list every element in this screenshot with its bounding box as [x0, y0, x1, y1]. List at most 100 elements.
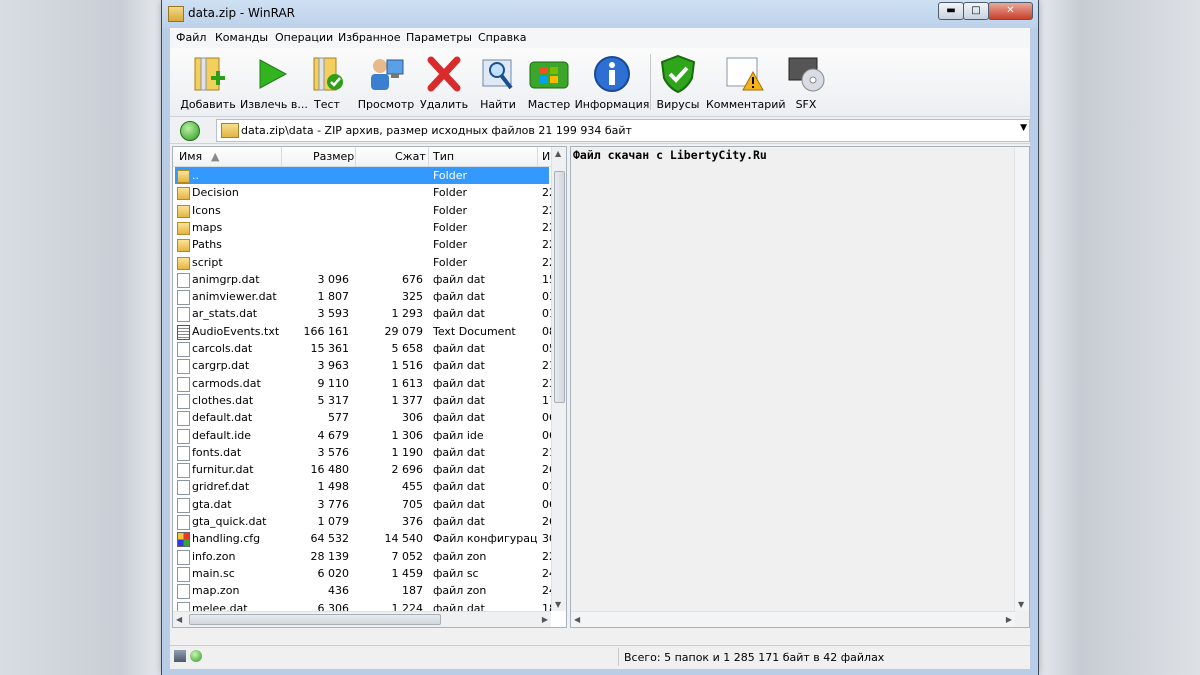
file-name: default.dat [192, 411, 253, 425]
menu-help[interactable]: Справка [478, 31, 526, 44]
file-row[interactable]: Icons Folder 22 [173, 202, 551, 219]
file-type: файл ide [433, 428, 484, 442]
column-size-header[interactable]: Размер [313, 150, 354, 163]
file-size: 16 480 [310, 463, 350, 477]
test-button[interactable]: Тест [306, 50, 348, 112]
path-dropdown-arrow[interactable]: ▼ [1020, 123, 1027, 133]
file-row[interactable]: info.zon 28 139 7 052 файл zon 22 [173, 548, 551, 565]
file-type: Folder [433, 169, 467, 182]
menu-commands[interactable]: Команды [215, 31, 268, 44]
comment-horizontal-scrollbar[interactable]: ◀ ▶ [571, 611, 1015, 627]
file-packed: 306 [402, 411, 423, 425]
comment-vertical-scrollbar[interactable]: ▼ [1014, 147, 1029, 611]
file-row[interactable]: carcols.dat 15 361 5 658 файл dat 05 [173, 340, 551, 357]
file-icon [177, 445, 190, 461]
file-row[interactable]: AudioEvents.txt 166 161 29 079 Text Documen… [173, 323, 551, 340]
view-button[interactable]: Просмотр [356, 50, 416, 112]
file-row[interactable]: default.ide 4 679 1 306 файл ide 06 [173, 427, 551, 444]
status-text: Всего: 5 папок и 1 285 171 байт в 42 фай… [624, 651, 885, 664]
file-row[interactable]: animgrp.dat 3 096 676 файл dat 15 [173, 271, 551, 288]
delete-button[interactable]: Удалить [420, 50, 468, 112]
file-row[interactable]: Paths Folder 22 [173, 236, 551, 253]
file-icon [177, 290, 190, 306]
file-row[interactable]: maps Folder 22 [173, 219, 551, 236]
scroll-thumb[interactable] [554, 171, 565, 403]
file-row[interactable]: furnitur.dat 16 480 2 696 файл dat 26 [173, 461, 551, 479]
network-icon[interactable] [174, 650, 186, 662]
scroll-up-arrow[interactable]: ▲ [555, 149, 561, 158]
sfx-button[interactable]: SFX [786, 50, 826, 112]
info-button[interactable]: Информация [574, 50, 650, 112]
file-row[interactable]: handling.cfg 64 532 14 540 Файл конфигурац.… [173, 530, 551, 548]
add-button[interactable]: Добавить [180, 50, 236, 112]
comment-icon [726, 57, 764, 91]
scroll-down-arrow[interactable]: ▼ [1018, 600, 1024, 609]
file-modified: 22 [542, 255, 551, 269]
horizontal-scrollbar[interactable]: ◀ ▶ [173, 611, 551, 627]
file-row[interactable]: script Folder 22 [173, 254, 551, 271]
file-name: handling.cfg [192, 532, 261, 546]
scroll-left-arrow[interactable]: ◀ [176, 615, 182, 624]
path-field[interactable]: data.zip\data - ZIP архив, размер исходн… [216, 119, 1030, 142]
comment-button[interactable]: Комментарий [706, 50, 786, 112]
hscroll-thumb[interactable] [189, 614, 441, 625]
vertical-scrollbar[interactable]: ▲ ▼ [551, 147, 566, 611]
menu-operations[interactable]: Операции [275, 31, 333, 44]
comment-pane[interactable]: Файл скачан с LibertyCity.Ru ▼ ◀ ▶ [570, 146, 1030, 628]
file-row[interactable]: gta_quick.dat 1 079 376 файл dat 26 [173, 513, 551, 530]
file-row[interactable]: map.zon 436 187 файл zon 24 [173, 582, 551, 600]
file-row[interactable]: animviewer.dat 1 807 325 файл dat 03 [173, 288, 551, 306]
menu-favorites[interactable]: Избранное [338, 31, 400, 44]
wizard-button[interactable]: Мастер [524, 50, 574, 112]
menu-file[interactable]: Файл [176, 31, 206, 44]
title-bar[interactable]: data.zip - WinRAR ▬ □ ✕ [162, 0, 1038, 28]
file-list[interactable]: Имя ▲ Размер Сжат Тип И .. Folder Decision… [172, 146, 567, 628]
column-separator[interactable] [537, 147, 538, 166]
scroll-right-arrow[interactable]: ▶ [1006, 615, 1012, 624]
file-size: 1 079 [317, 515, 350, 528]
scroll-left-arrow[interactable]: ◀ [574, 615, 580, 624]
file-row[interactable]: ar_stats.dat 3 593 1 293 файл dat 01 [173, 305, 551, 323]
close-button[interactable]: ✕ [988, 2, 1033, 20]
column-name-header[interactable]: Имя [179, 150, 202, 163]
file-row[interactable]: Decision Folder 22 [173, 184, 551, 201]
file-rows: ..FolderDecisionFolder22IconsFolder22map… [173, 167, 551, 627]
file-type: файл dat [433, 445, 485, 459]
file-packed: 325 [402, 290, 423, 304]
column-type-header[interactable]: Тип [433, 150, 454, 163]
file-type: файл dat [433, 342, 485, 355]
file-icon [177, 515, 190, 530]
test-label: Тест [314, 98, 340, 111]
file-modified: 06 [542, 497, 551, 511]
scroll-down-arrow[interactable]: ▼ [555, 600, 561, 609]
file-row[interactable]: cargrp.dat 3 963 1 516 файл dat 21 [173, 357, 551, 375]
file-type: Folder [433, 238, 467, 252]
file-row[interactable]: .. Folder [173, 167, 551, 184]
minimize-button[interactable]: ▬ [938, 2, 964, 20]
virus-scan-icon [660, 54, 696, 94]
file-row[interactable]: fonts.dat 3 576 1 190 файл dat 21 [173, 444, 551, 461]
file-modified: 01 [542, 307, 551, 321]
column-packed-header[interactable]: Сжат [395, 150, 426, 163]
column-modified-header[interactable]: И [542, 150, 551, 163]
file-row[interactable]: clothes.dat 5 317 1 377 файл dat 17 [173, 392, 551, 409]
extract-button[interactable]: Извлечь в... [240, 50, 308, 112]
column-separator[interactable] [281, 147, 282, 166]
sfx-label: SFX [795, 98, 817, 111]
column-separator[interactable] [355, 147, 356, 166]
up-folder-button[interactable] [180, 121, 200, 141]
maximize-button[interactable]: □ [963, 2, 989, 20]
delete-label: Удалить [420, 98, 469, 111]
find-button[interactable]: Найти [476, 50, 520, 112]
file-row[interactable]: main.sc 6 020 1 459 файл sc 24 [173, 565, 551, 582]
scroll-right-arrow[interactable]: ▶ [542, 615, 548, 624]
file-row[interactable]: gta.dat 3 776 705 файл dat 06 [173, 496, 551, 513]
file-row[interactable]: carmods.dat 9 110 1 613 файл dat 23 [173, 375, 551, 392]
menu-options[interactable]: Параметры [406, 31, 472, 44]
file-type: Folder [433, 220, 467, 234]
file-size: 1 498 [317, 480, 350, 494]
file-row[interactable]: gridref.dat 1 498 455 файл dat 01 [173, 478, 551, 496]
column-separator[interactable] [428, 147, 429, 166]
file-row[interactable]: default.dat 577 306 файл dat 06 [173, 409, 551, 427]
virus-scan-button[interactable]: Вирусы [656, 50, 700, 112]
